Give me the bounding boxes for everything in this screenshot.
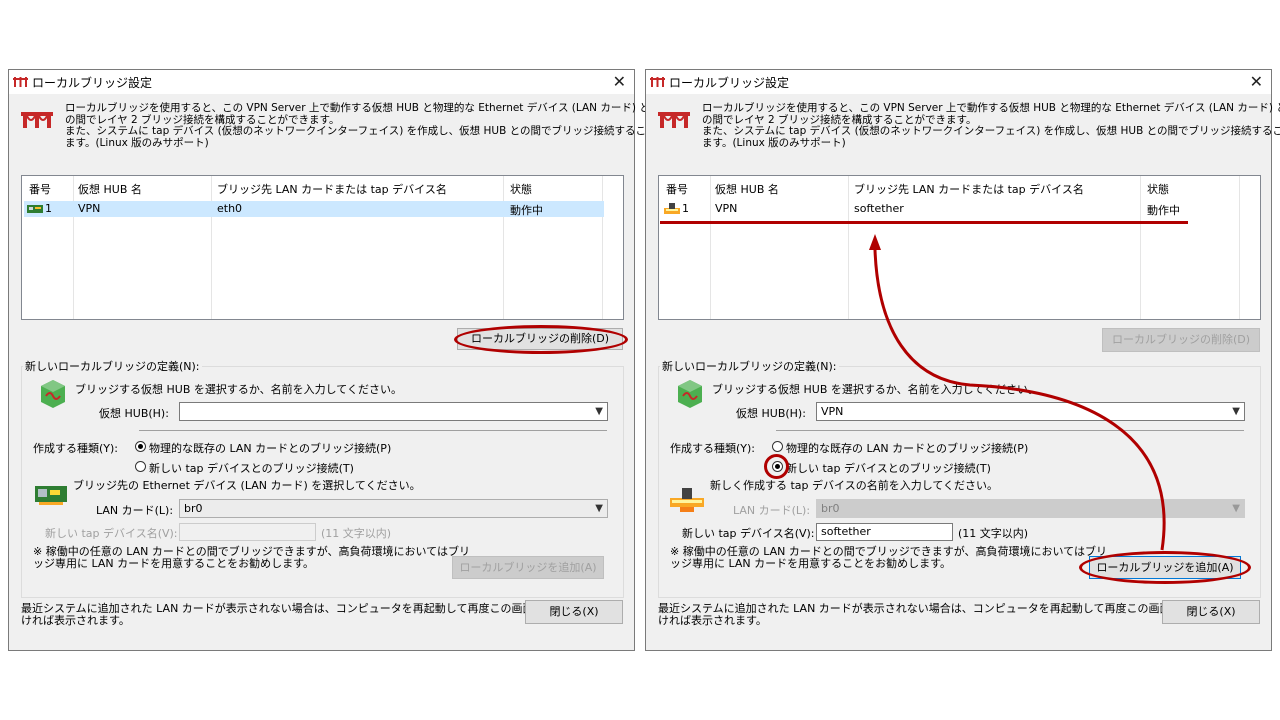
arrow-head-icon (869, 234, 881, 250)
annotation-arrow-path (873, 249, 1166, 551)
annotation-arrow (869, 234, 1166, 551)
